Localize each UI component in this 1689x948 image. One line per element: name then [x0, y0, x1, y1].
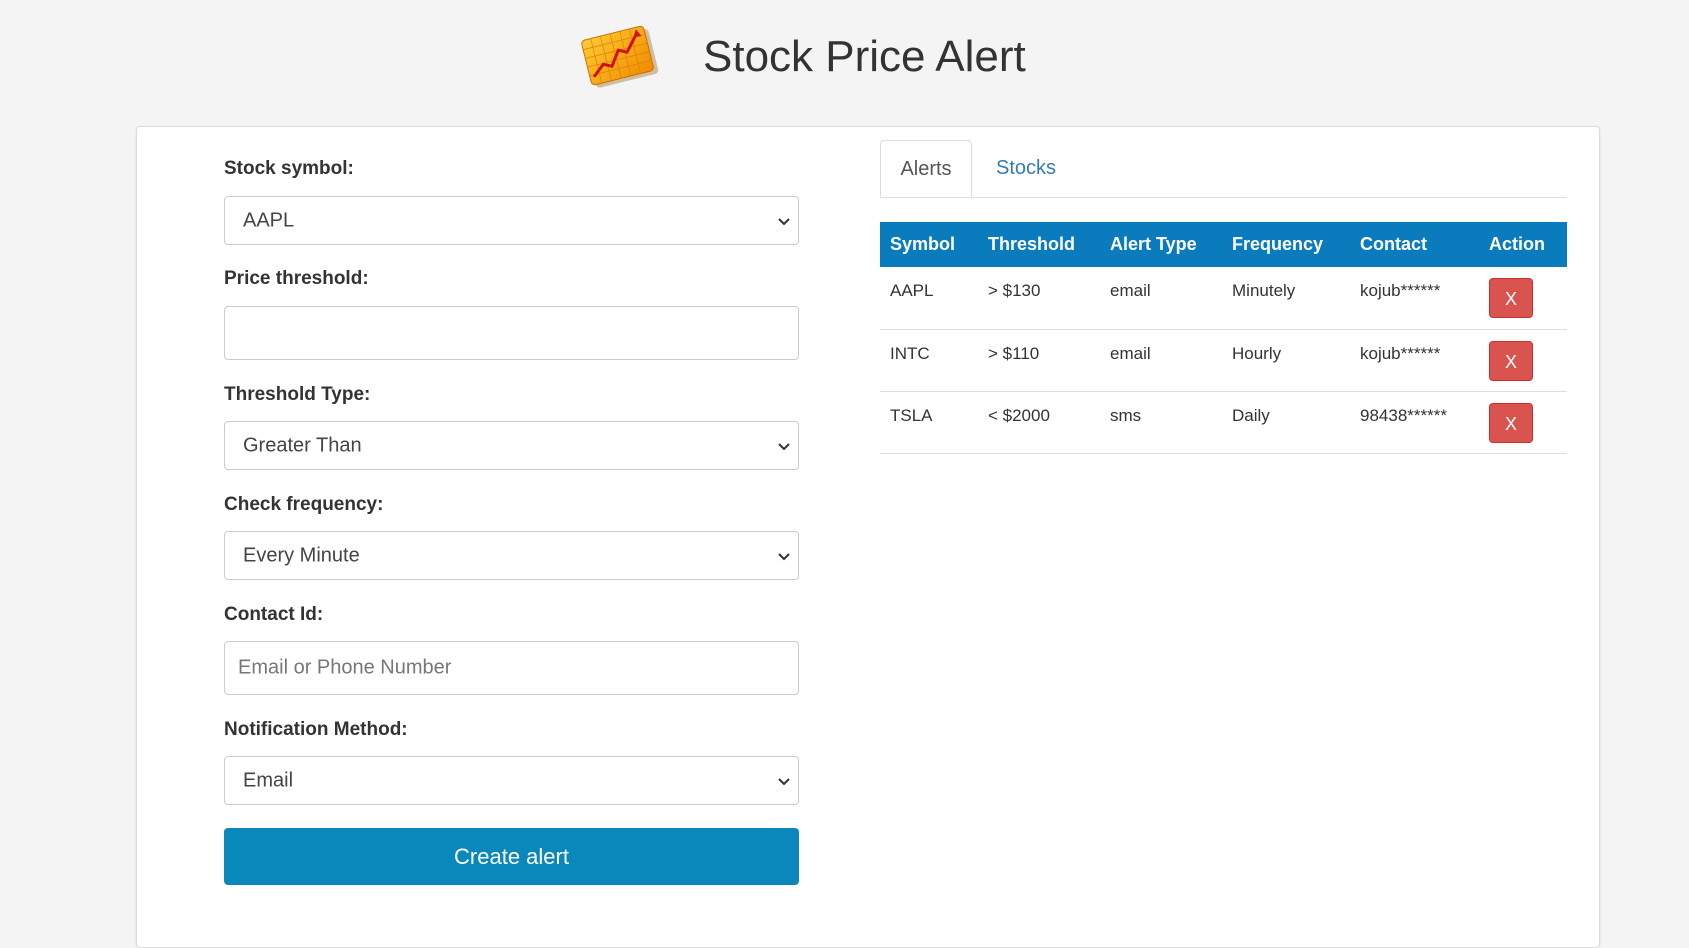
- alert-type-cell: sms: [1100, 391, 1222, 454]
- action-cell: X: [1479, 329, 1567, 392]
- tab-stocks[interactable]: Stocks: [972, 140, 1080, 197]
- chevron-down-icon: [778, 442, 790, 450]
- contact-id-placeholder: Email or Phone Number: [238, 656, 452, 679]
- table-row: AAPL > $130 email Minutely kojub****** X: [880, 267, 1567, 330]
- threshold-type-value: Greater Than: [243, 434, 362, 456]
- stock-symbol-label: Stock symbol:: [224, 158, 354, 179]
- chevron-down-icon: [778, 777, 790, 785]
- threshold-type-label: Threshold Type:: [224, 384, 371, 405]
- table-row: TSLA < $2000 sms Daily 98438****** X: [880, 391, 1567, 454]
- contact-cell: 98438******: [1350, 391, 1479, 454]
- alert-type-cell: email: [1100, 267, 1222, 330]
- check-frequency-label: Check frequency:: [224, 494, 384, 515]
- alerts-table: Symbol Threshold Alert Type Frequency Co…: [880, 222, 1567, 454]
- symbol-cell: TSLA: [880, 391, 978, 454]
- column-header: Action: [1479, 222, 1567, 267]
- alert-type-cell: email: [1100, 329, 1222, 392]
- tab-alerts[interactable]: Alerts: [880, 140, 972, 197]
- create-alert-button[interactable]: Create alert: [224, 828, 799, 885]
- threshold-cell: > $110: [978, 329, 1100, 392]
- symbol-cell: INTC: [880, 329, 978, 392]
- notification-method-select[interactable]: Email: [224, 756, 799, 805]
- stock-symbol-value: AAPL: [243, 209, 295, 231]
- chevron-down-icon: [778, 217, 790, 225]
- chevron-down-icon: [778, 552, 790, 560]
- action-cell: X: [1479, 391, 1567, 454]
- column-header: Threshold: [978, 222, 1100, 267]
- frequency-cell: Daily: [1222, 391, 1350, 454]
- delete-alert-button[interactable]: X: [1489, 402, 1533, 443]
- stock-chart-logo-icon: [580, 24, 660, 90]
- tab-bar: Alerts Stocks: [880, 140, 1567, 198]
- check-frequency-value: Every Minute: [243, 544, 360, 566]
- action-cell: X: [1479, 267, 1567, 330]
- contact-id-label: Contact Id:: [224, 604, 324, 625]
- table-header-row: Symbol Threshold Alert Type Frequency Co…: [880, 222, 1567, 267]
- stock-symbol-select[interactable]: AAPL: [224, 196, 799, 245]
- page-header: Stock Price Alert: [0, 0, 1689, 120]
- contact-cell: kojub******: [1350, 267, 1479, 330]
- delete-alert-button[interactable]: X: [1489, 340, 1533, 381]
- price-threshold-input[interactable]: [224, 306, 799, 360]
- threshold-type-select[interactable]: Greater Than: [224, 421, 799, 470]
- delete-alert-button[interactable]: X: [1489, 278, 1533, 318]
- contact-cell: kojub******: [1350, 329, 1479, 392]
- table-row: INTC > $110 email Hourly kojub****** X: [880, 329, 1567, 392]
- notification-method-value: Email: [243, 769, 294, 791]
- contact-id-input[interactable]: Email or Phone Number: [224, 641, 799, 695]
- threshold-cell: < $2000: [978, 391, 1100, 454]
- column-header: Symbol: [880, 222, 978, 267]
- frequency-cell: Minutely: [1222, 267, 1350, 330]
- frequency-cell: Hourly: [1222, 329, 1350, 392]
- notification-method-label: Notification Method:: [224, 719, 408, 740]
- column-header: Contact: [1350, 222, 1479, 267]
- threshold-cell: > $130: [978, 267, 1100, 330]
- column-header: Frequency: [1222, 222, 1350, 267]
- column-header: Alert Type: [1100, 222, 1222, 267]
- price-threshold-label: Price threshold:: [224, 268, 369, 289]
- symbol-cell: AAPL: [880, 267, 978, 330]
- page-title: Stock Price Alert: [703, 32, 1026, 81]
- check-frequency-select[interactable]: Every Minute: [224, 531, 799, 580]
